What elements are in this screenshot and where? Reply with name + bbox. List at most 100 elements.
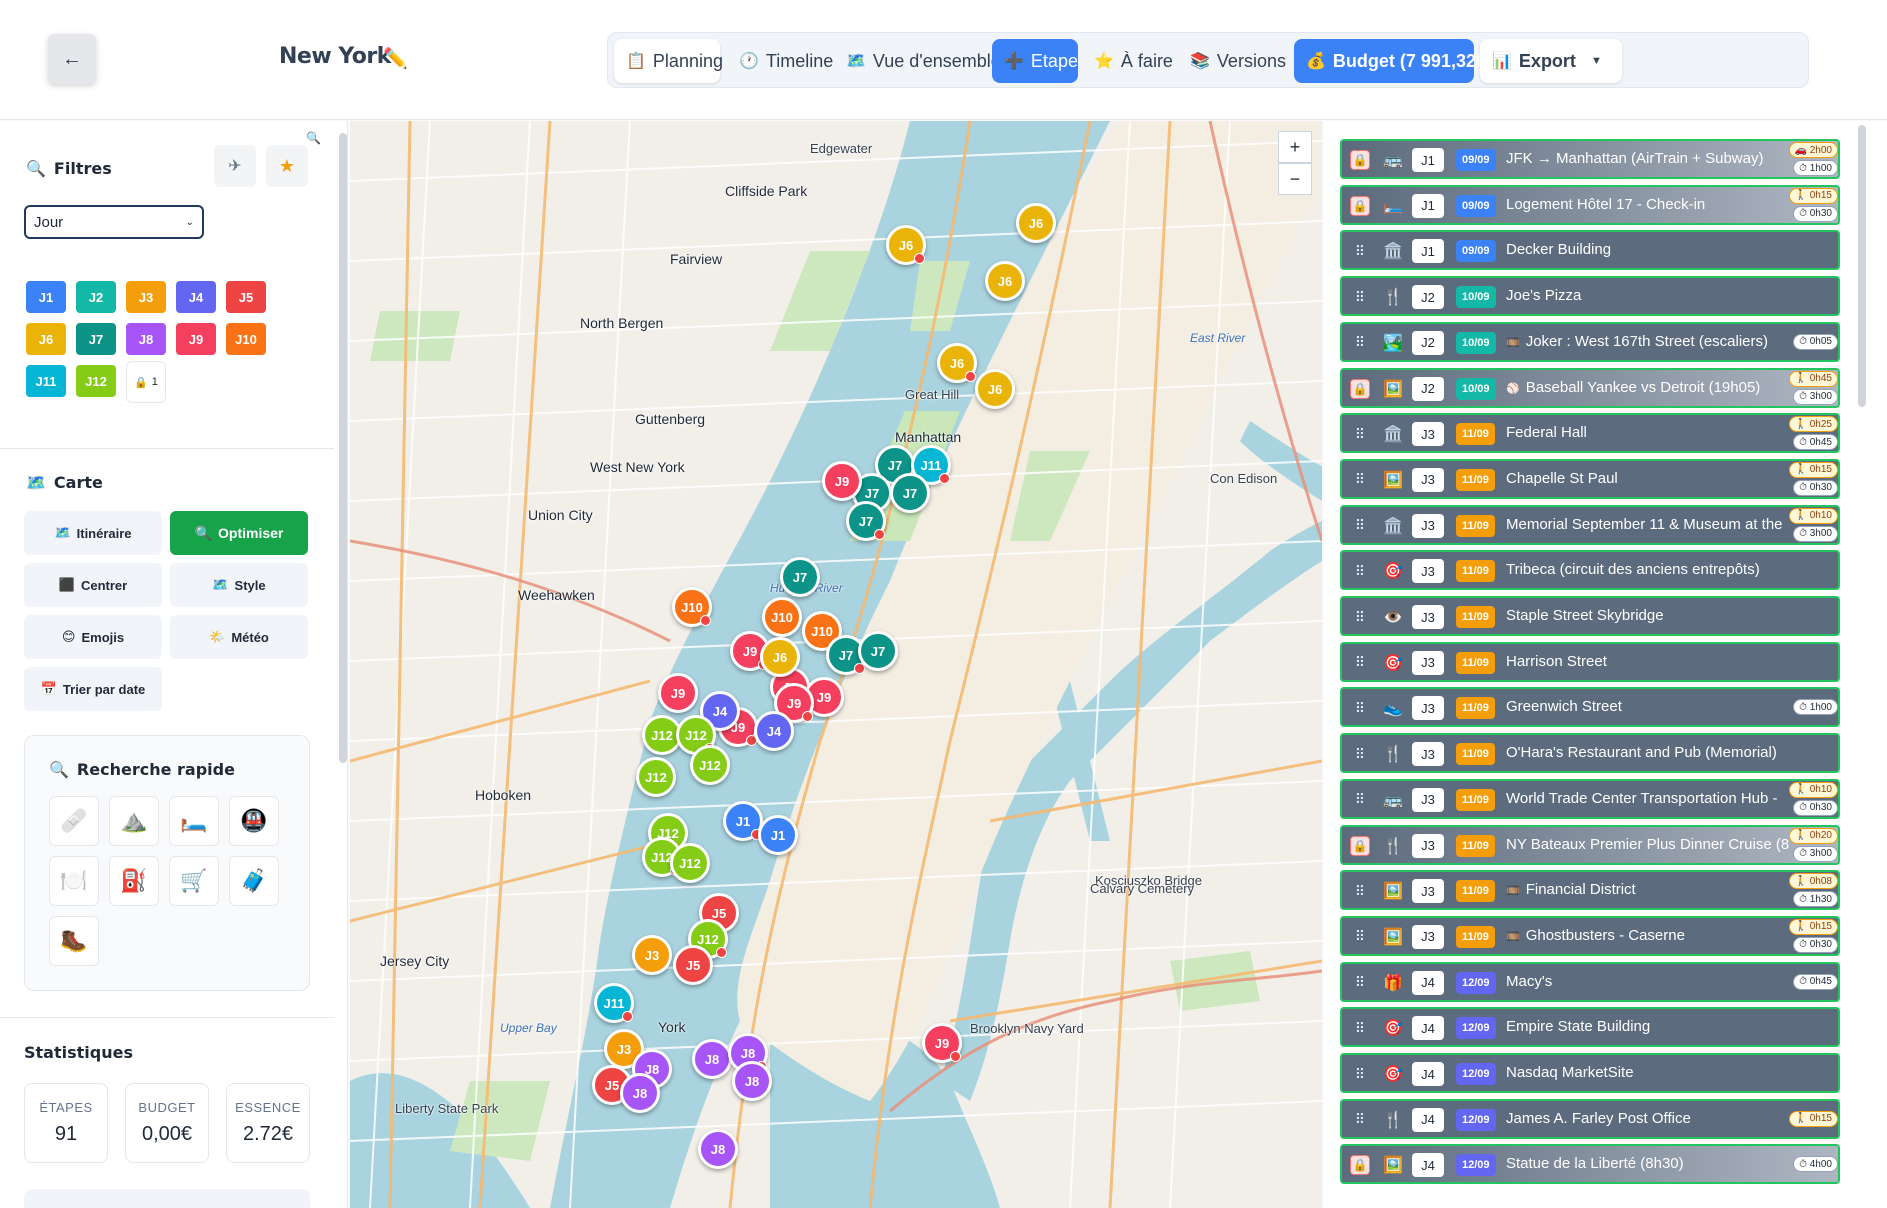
zoom-in-button[interactable]: + bbox=[1278, 131, 1312, 163]
step-row[interactable]: ⠿ 🎯 J4 12/09 Nasdaq MarketSite bbox=[1340, 1053, 1840, 1093]
drag-handle-icon[interactable]: ⠿ bbox=[1350, 1064, 1370, 1084]
step-row[interactable]: ⠿ 🏞️ J2 10/09 🎞️ Joker : West 167th Street (e… bbox=[1340, 321, 1840, 362]
fuel-icon[interactable]: ⛽ bbox=[109, 856, 159, 906]
day-chip-j6[interactable]: J6 bbox=[26, 323, 66, 355]
tab-export[interactable]: 📊 Export ▼ bbox=[1480, 39, 1622, 83]
map-marker-j10[interactable]: J10 bbox=[762, 597, 802, 637]
lock-icon[interactable]: 🔒 bbox=[1350, 150, 1370, 170]
step-row[interactable]: ⠿ 🍴 J4 12/09 James A. Farley Post Office 🚶 0h… bbox=[1340, 1098, 1840, 1139]
zoom-out-button[interactable]: − bbox=[1278, 163, 1312, 195]
drag-handle-icon[interactable]: ⠿ bbox=[1350, 1018, 1370, 1038]
step-row[interactable]: ⠿ 🍴 J3 11/09 O'Hara's Restaurant and Pub (Me… bbox=[1340, 733, 1840, 774]
map-marker-j6[interactable]: J6 bbox=[985, 261, 1025, 301]
restaurant-icon[interactable]: 🍽️ bbox=[49, 856, 99, 906]
step-row[interactable]: ⠿ 🍴 J2 10/09 Joe's Pizza bbox=[1340, 276, 1840, 317]
edit-pencil-icon[interactable]: ✏️ bbox=[383, 46, 408, 71]
day-chip-j4[interactable]: J4 bbox=[176, 281, 216, 313]
step-row[interactable]: 🔒 🚌 J1 09/09 JFK → Manhattan (AirTrain + Sub… bbox=[1340, 139, 1840, 179]
drag-handle-icon[interactable]: ⠿ bbox=[1350, 287, 1370, 307]
map-marker-j9[interactable]: J9 bbox=[922, 1023, 962, 1063]
day-chip-j1[interactable]: J1 bbox=[26, 281, 66, 313]
day-chip-j2[interactable]: J2 bbox=[76, 281, 116, 313]
map-button-centrer[interactable]: ⬛ Centrer bbox=[24, 563, 162, 607]
map-marker-j1[interactable]: J1 bbox=[758, 815, 798, 855]
drag-handle-icon[interactable]: ⠿ bbox=[1350, 927, 1370, 947]
bed-icon[interactable]: 🛏️ bbox=[169, 796, 219, 846]
map-button-style[interactable]: 🗺️ Style bbox=[170, 563, 308, 607]
step-row[interactable]: 🔒 🖼️ J4 12/09 Statue de la Liberté (8h30) ⏱ 4… bbox=[1340, 1144, 1840, 1185]
map-marker-j4[interactable]: J4 bbox=[754, 711, 794, 751]
drag-handle-icon[interactable]: ⠿ bbox=[1350, 333, 1370, 353]
map-button-optimiser[interactable]: 🔍 Optimiser bbox=[170, 511, 308, 555]
map-marker-j7[interactable]: J7 bbox=[846, 501, 886, 541]
hiking-icon[interactable]: 🥾 bbox=[49, 916, 99, 966]
map-marker-j12[interactable]: J12 bbox=[670, 843, 710, 883]
lock-icon[interactable]: 🔒 bbox=[1350, 1155, 1370, 1176]
locked-filter-chip[interactable]: 🔒 1 bbox=[126, 361, 166, 403]
drag-handle-icon[interactable]: ⠿ bbox=[1350, 241, 1370, 261]
map-marker-j8[interactable]: J8 bbox=[698, 1129, 738, 1169]
drag-handle-icon[interactable]: ⠿ bbox=[1350, 1110, 1370, 1130]
map-marker-j7[interactable]: J7 bbox=[858, 631, 898, 671]
drag-handle-icon[interactable]: ⠿ bbox=[1350, 790, 1370, 810]
map-marker-j6[interactable]: J6 bbox=[886, 225, 926, 265]
metro-icon[interactable]: 🚇 bbox=[229, 796, 279, 846]
map-marker-j6[interactable]: J6 bbox=[760, 637, 800, 677]
drag-handle-icon[interactable]: ⠿ bbox=[1350, 881, 1370, 901]
map-marker-j8[interactable]: J8 bbox=[692, 1039, 732, 1079]
map-marker-j1[interactable]: J1 bbox=[723, 801, 763, 841]
drag-handle-icon[interactable]: ⠿ bbox=[1350, 698, 1370, 718]
map-marker-j9[interactable]: J9 bbox=[822, 461, 862, 501]
luggage-icon[interactable]: 🧳 bbox=[229, 856, 279, 906]
map-marker-j5[interactable]: J5 bbox=[673, 945, 713, 985]
mountain-icon[interactable]: ⛰️ bbox=[109, 796, 159, 846]
tab-budget[interactable]: 💰 Budget (7 991,32€) bbox=[1294, 39, 1492, 83]
day-chip-j9[interactable]: J9 bbox=[176, 323, 216, 355]
step-row[interactable]: ⠿ 🏛️ J3 11/09 Federal Hall 🚶 0h25 ⏱ 0h45 bbox=[1340, 413, 1840, 454]
step-row[interactable]: 🔒 🍴 J3 11/09 NY Bateaux Premier Plus Dinner … bbox=[1340, 824, 1840, 865]
tab-etape[interactable]: ➕ Etape bbox=[992, 39, 1078, 83]
favorites-filter-button[interactable]: ★ bbox=[266, 145, 308, 187]
step-row[interactable]: ⠿ 🏛️ J3 11/09 Memorial September 11 & Museum… bbox=[1340, 504, 1840, 545]
day-chip-j7[interactable]: J7 bbox=[76, 323, 116, 355]
day-chip-j3[interactable]: J3 bbox=[126, 281, 166, 313]
cart-icon[interactable]: 🛒 bbox=[169, 856, 219, 906]
day-chip-j11[interactable]: J11 bbox=[26, 365, 66, 397]
day-filter-select[interactable]: Jour ⌄ bbox=[24, 205, 204, 239]
map-marker-j6[interactable]: J6 bbox=[975, 369, 1015, 409]
step-row[interactable]: ⠿ 🎯 J4 12/09 Empire State Building bbox=[1340, 1007, 1840, 1048]
drag-handle-icon[interactable]: ⠿ bbox=[1350, 653, 1370, 673]
tab-à[interactable]: ⭐ À faire bbox=[1082, 39, 1174, 83]
map-marker-j3[interactable]: J3 bbox=[632, 935, 672, 975]
step-row[interactable]: ⠿ 🎁 J4 12/09 Macy's ⏱ 0h45 bbox=[1340, 961, 1840, 1002]
map-marker-j7[interactable]: J7 bbox=[890, 473, 930, 513]
day-chip-j8[interactable]: J8 bbox=[126, 323, 166, 355]
step-row[interactable]: ⠿ 🖼️ J3 11/09 🎞️ Financial District 🚶 0h08 ⏱ 1h… bbox=[1340, 870, 1840, 911]
map-marker-j7[interactable]: J7 bbox=[780, 557, 820, 597]
tab-timeline[interactable]: 🕐 Timeline bbox=[727, 39, 833, 83]
drag-handle-icon[interactable]: ⠿ bbox=[1350, 516, 1370, 536]
step-row[interactable]: ⠿ 🎯 J3 11/09 Harrison Street bbox=[1340, 641, 1840, 682]
map-marker-j8[interactable]: J8 bbox=[732, 1061, 772, 1101]
drag-handle-icon[interactable]: ⠿ bbox=[1350, 973, 1370, 993]
step-row[interactable]: ⠿ 🏛️ J1 09/09 Decker Building bbox=[1340, 230, 1840, 271]
step-row[interactable]: ⠿ 🖼️ J3 11/09 🎞️ Ghostbusters - Caserne 🚶 0h15… bbox=[1340, 915, 1840, 956]
step-row[interactable]: ⠿ 👟 J3 11/09 Greenwich Street ⏱ 1h00 bbox=[1340, 687, 1840, 728]
day-chip-j12[interactable]: J12 bbox=[76, 365, 116, 397]
tab-vue[interactable]: 🗺️ Vue d'ensemble bbox=[834, 39, 1001, 83]
tab-planning[interactable]: 📋 Planning bbox=[614, 39, 723, 83]
map-marker-j11[interactable]: J11 bbox=[594, 983, 634, 1023]
lock-icon[interactable]: 🔒 bbox=[1350, 835, 1370, 856]
magnifier-icon[interactable]: 🔍 bbox=[306, 131, 321, 145]
day-chip-j5[interactable]: J5 bbox=[226, 281, 266, 313]
map-marker-j9[interactable]: J9 bbox=[658, 673, 698, 713]
bandage-icon[interactable]: 🩹 bbox=[49, 796, 99, 846]
lock-icon[interactable]: 🔒 bbox=[1350, 378, 1370, 399]
map-button-trier-par-date[interactable]: 📅 Trier par date bbox=[24, 667, 162, 711]
route-tool-button[interactable]: ✈ bbox=[214, 145, 256, 187]
back-button[interactable]: ← bbox=[48, 34, 96, 84]
map-view[interactable]: + − Cliffside Park Edgewater Fairview North… bbox=[350, 121, 1322, 1208]
drag-handle-icon[interactable]: ⠿ bbox=[1350, 744, 1370, 764]
step-row[interactable]: ⠿ 👁️ J3 11/09 Staple Street Skybridge bbox=[1340, 596, 1840, 636]
map-marker-j8[interactable]: J8 bbox=[620, 1073, 660, 1113]
